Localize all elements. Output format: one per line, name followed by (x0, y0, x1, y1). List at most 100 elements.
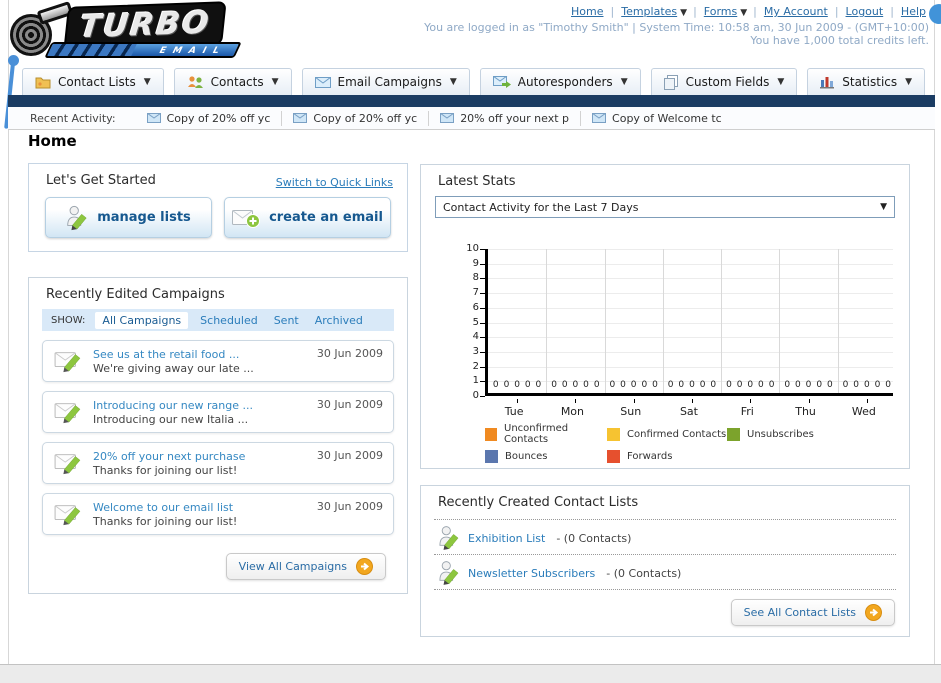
data-value: 0 (503, 380, 510, 390)
get-started-buttons: manage lists create an email (45, 197, 391, 238)
recent-activity-item[interactable]: Copy of Welcome tc (580, 110, 733, 126)
top-link-templates[interactable]: Templates (621, 5, 677, 18)
top-link-home[interactable]: Home (571, 5, 603, 18)
stats-panel-title: Latest Stats (438, 174, 516, 189)
top-link-logout[interactable]: Logout (846, 5, 884, 18)
data-value: 0 (826, 380, 833, 390)
campaign-list: See us at the retail food ... We're givi… (42, 340, 394, 544)
contact-list-link[interactable]: Newsletter Subscribers (468, 567, 595, 580)
caret-down-icon: ▼ (680, 8, 688, 18)
campaign-title-link[interactable]: Introducing our new range ... (93, 399, 253, 412)
campaign-list-item[interactable]: Welcome to our email list Thanks for joi… (42, 493, 394, 535)
data-value-row: 00000 (838, 380, 896, 390)
separator: | (834, 5, 839, 18)
envelope-icon (314, 76, 331, 88)
y-tick-mark (480, 366, 485, 368)
caret-down-icon: ▼ (620, 77, 628, 87)
tab-contacts[interactable]: Contacts ▼ (173, 68, 292, 95)
campaign-subtitle: Introducing our new Italia ... (93, 413, 249, 426)
filter-scheduled[interactable]: Scheduled (200, 314, 258, 327)
data-value: 0 (652, 380, 658, 390)
recent-activity-item[interactable]: 20% off your next p (428, 110, 580, 126)
caret-down-icon: ▼ (905, 77, 913, 87)
credits-info: You have 1,000 total credits left. (750, 34, 929, 47)
data-value: 0 (710, 380, 717, 390)
y-tick-label: 4 (472, 331, 479, 343)
create-email-label: create an email (269, 210, 383, 225)
campaign-title-link[interactable]: 20% off your next purchase (93, 450, 245, 463)
show-label: SHOW: (51, 314, 86, 326)
legend-entry: Unconfirmed Contacts (485, 423, 607, 445)
legend-swatch (607, 427, 620, 441)
tab-autoresponders[interactable]: Autoresponders ▼ (479, 68, 641, 95)
x-axis-label: Fri (740, 405, 754, 418)
h-gridline (488, 293, 893, 295)
tab-statistics[interactable]: Statistics ▼ (807, 68, 926, 95)
x-tick-mark (750, 399, 752, 403)
x-tick-mark (517, 399, 519, 403)
campaign-title-link[interactable]: Welcome to our email list (93, 501, 233, 514)
dotted-divider (434, 554, 896, 555)
recent-activity-item[interactable]: Copy of 20% off yc (136, 111, 282, 126)
recent-activity-item[interactable]: Copy of 20% off yc (281, 110, 428, 126)
data-value: 0 (524, 380, 531, 390)
x-tick-mark (866, 399, 868, 403)
top-link-help[interactable]: Help (901, 5, 926, 18)
tab-email-campaigns[interactable]: Email Campaigns ▼ (301, 68, 470, 95)
envelope-arrow-icon (492, 76, 511, 88)
data-value: 0 (678, 380, 685, 390)
tab-custom-fields[interactable]: Custom Fields ▼ (650, 68, 798, 95)
envelope-pencil-icon (54, 403, 81, 424)
y-tick-mark (480, 351, 485, 353)
envelope-icon (146, 113, 161, 123)
latest-stats-panel: Latest Stats Contact Activity for the La… (420, 164, 910, 469)
logo: TURBO EMAIL (8, 1, 248, 60)
x-tick-mark (575, 399, 577, 403)
filter-sent[interactable]: Sent (274, 314, 299, 327)
campaign-title-link[interactable]: See us at the retail food ... (93, 348, 239, 361)
data-value: 0 (768, 380, 775, 390)
tab-label: Contacts (210, 75, 264, 89)
help-bubble-icon[interactable] (929, 4, 941, 24)
caret-down-icon: ▼ (271, 77, 279, 87)
top-link-my-account[interactable]: My Account (764, 5, 828, 18)
v-gridline (721, 249, 723, 393)
get-started-title: Let's Get Started (46, 173, 156, 188)
contact-list-link[interactable]: Exhibition List (468, 532, 545, 545)
campaign-list-item[interactable]: See us at the retail food ... We're givi… (42, 340, 394, 382)
data-value: 0 (667, 380, 674, 390)
v-gridline (837, 249, 839, 393)
turbo-email-dashboard: TURBO EMAIL Home | Templates ▼ | Forms ▼ | My Ac… (0, 0, 941, 683)
legend-entry: Confirmed Contacts (607, 423, 727, 445)
legend-swatch (727, 427, 740, 441)
switch-to-quick-links-link[interactable]: Switch to Quick Links (276, 176, 393, 189)
data-value: 0 (630, 380, 637, 390)
v-gridline (662, 249, 664, 393)
campaign-list-item[interactable]: 20% off your next purchase Thanks for jo… (42, 442, 394, 484)
top-nav: Home | Templates ▼ | Forms ▼ | My Account | Logout… (568, 5, 929, 18)
legend-label: Unconfirmed Contacts (504, 423, 569, 445)
caret-down-icon: ▼ (143, 77, 151, 87)
view-all-campaigns-button[interactable]: View All Campaigns (225, 553, 386, 580)
data-value: 0 (726, 380, 732, 390)
filter-all-campaigns[interactable]: All Campaigns (95, 311, 189, 329)
h-gridline (488, 307, 893, 309)
filter-archived[interactable]: Archived (315, 314, 363, 327)
manage-lists-button[interactable]: manage lists (45, 197, 212, 238)
y-tick-mark (480, 307, 485, 309)
create-email-button[interactable]: create an email (224, 197, 391, 238)
top-link-forms[interactable]: Forms (704, 5, 737, 18)
contact-activity-chart: 00000000000000000000000000000000000 0123… (435, 229, 897, 421)
tab-contact-lists[interactable]: Contact Lists ▼ (22, 68, 164, 95)
see-all-contact-lists-button[interactable]: See All Contact Lists (730, 599, 895, 626)
data-value: 0 (736, 380, 743, 390)
legend-swatch (607, 450, 620, 463)
legend-swatch (485, 450, 498, 463)
stats-period-select[interactable]: Contact Activity for the Last 7 Days ▼ (435, 196, 895, 218)
envelope-icon (440, 113, 455, 123)
person-pencil-icon (439, 561, 459, 585)
data-value: 0 (784, 380, 791, 390)
campaign-list-item[interactable]: Introducing our new range ... Introducin… (42, 391, 394, 433)
data-value: 0 (583, 380, 589, 390)
data-value: 0 (535, 380, 542, 390)
